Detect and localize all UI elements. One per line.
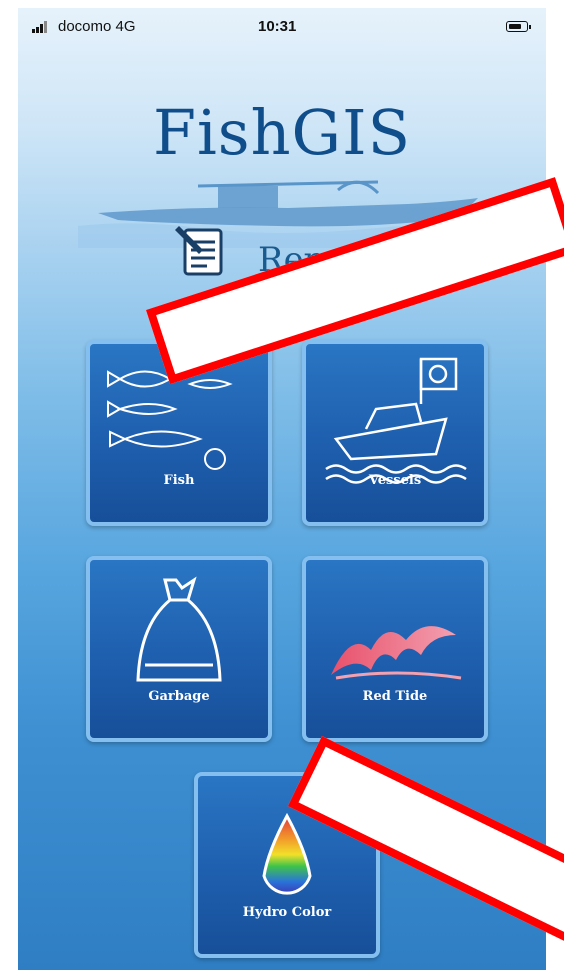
garbage-tile-button[interactable]: Garbage bbox=[86, 556, 272, 742]
hydro-color-tile-label: Hydro Color bbox=[242, 905, 332, 920]
red-tide-tile-button[interactable]: Red Tide bbox=[302, 556, 488, 742]
red-tide-tile-label: Red Tide bbox=[362, 689, 428, 704]
app-title: FishGIS bbox=[152, 96, 412, 169]
fish-tile-label: Fish bbox=[163, 473, 195, 488]
signal-icon bbox=[32, 21, 54, 33]
clock: 10:31 bbox=[258, 18, 297, 35]
battery-icon bbox=[506, 21, 531, 32]
vessels-tile-button[interactable]: Vessels bbox=[302, 340, 488, 526]
boat-icon bbox=[325, 357, 467, 484]
report-document-icon bbox=[175, 226, 223, 276]
vessels-tile-label: Vessels bbox=[368, 473, 422, 488]
garbage-tile-label: Garbage bbox=[148, 689, 210, 704]
wave-icon bbox=[331, 626, 462, 680]
garbage-bag-icon bbox=[136, 576, 222, 682]
carrier-label: docomo 4G bbox=[58, 18, 136, 35]
status-bar: docomo 4G 10:31 bbox=[18, 8, 546, 42]
